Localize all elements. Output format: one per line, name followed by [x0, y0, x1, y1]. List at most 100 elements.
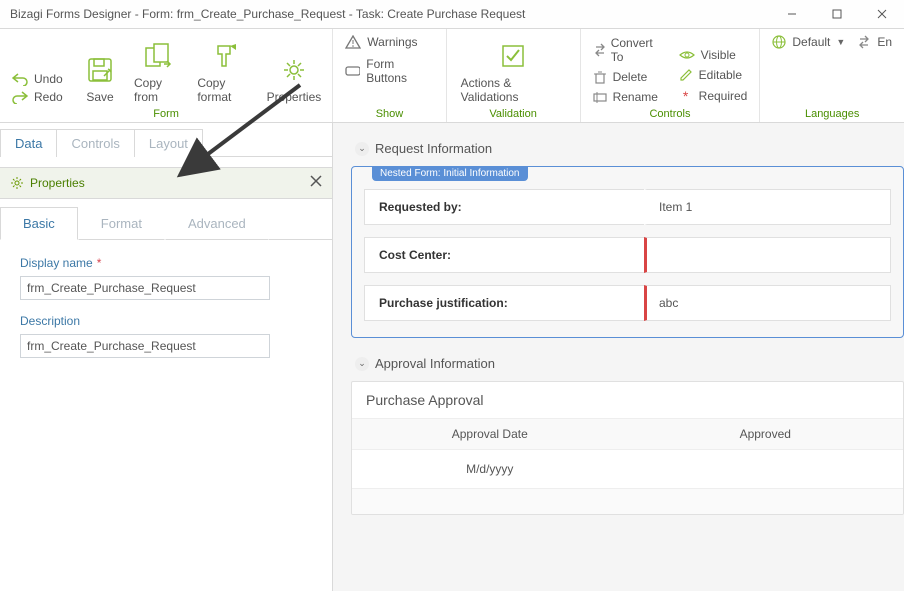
left-tabs: Data Controls Layout [0, 129, 332, 157]
delete-label: Delete [613, 70, 648, 84]
grid-title: Purchase Approval [352, 382, 903, 418]
editable-button[interactable]: Editable [677, 66, 750, 84]
undo-button[interactable]: Undo [10, 70, 70, 88]
properties-icon [278, 54, 310, 86]
description-input[interactable] [20, 334, 270, 358]
required-label: Required [699, 89, 748, 103]
save-icon [84, 54, 116, 86]
tab-advanced[interactable]: Advanced [165, 207, 269, 240]
row-requested-by: Requested by: Item 1 [364, 189, 891, 225]
title-bar: Bizagi Forms Designer - Form: frm_Create… [0, 0, 904, 29]
form-buttons-button[interactable]: Form Buttons [343, 55, 435, 87]
warnings-label: Warnings [367, 35, 417, 49]
grid-footer [352, 488, 903, 514]
save-button[interactable]: Save [76, 52, 124, 106]
label-cost-center: Cost Center: [364, 237, 644, 273]
copy-format-button[interactable]: Copy format [193, 38, 259, 106]
tab-basic[interactable]: Basic [0, 207, 78, 240]
col-approval-date: Approval Date [352, 419, 628, 449]
cell-approved[interactable] [628, 450, 904, 488]
section-request-information: ⌄ Request Information Nested Form: Initi… [351, 141, 904, 338]
rename-label: Rename [613, 90, 658, 104]
dropdown-icon: ▼ [836, 37, 845, 47]
copy-format-label: Copy format [197, 76, 255, 104]
form-buttons-label: Form Buttons [366, 57, 433, 85]
copy-from-label: Copy from [134, 76, 183, 104]
required-icon: * [679, 88, 693, 104]
visible-icon [679, 48, 695, 62]
input-requested-by[interactable]: Item 1 [644, 189, 891, 225]
gear-icon [10, 176, 24, 190]
actions-validations-icon [497, 40, 529, 72]
language-default-button[interactable]: Default ▼ [770, 33, 847, 51]
row-cost-center: Cost Center: [364, 237, 891, 273]
convert-to-button[interactable]: Convert To [591, 34, 663, 66]
visible-label: Visible [701, 48, 736, 62]
section-title-request: Request Information [375, 141, 492, 156]
properties-button[interactable]: Properties [266, 52, 323, 106]
redo-button[interactable]: Redo [10, 88, 70, 106]
group-show-label: Show [343, 106, 435, 120]
input-purchase-justification[interactable]: abc [644, 285, 891, 321]
copy-format-icon [210, 40, 242, 72]
actions-validations-label: Actions & Validations [461, 76, 566, 104]
delete-icon [593, 70, 607, 84]
convert-to-icon [593, 43, 605, 57]
section-approval-information: ⌄ Approval Information Purchase Approval… [351, 356, 904, 515]
left-panel: Data Controls Layout Properties Basic Fo… [0, 123, 333, 591]
language-switch-button[interactable]: En [855, 33, 894, 51]
tab-format[interactable]: Format [78, 207, 165, 240]
required-button[interactable]: * Required [677, 86, 750, 106]
delete-button[interactable]: Delete [591, 68, 663, 86]
display-name-input[interactable] [20, 276, 270, 300]
group-form-label: Form [10, 106, 322, 120]
tab-controls[interactable]: Controls [56, 129, 134, 157]
rename-icon [593, 90, 607, 104]
properties-close-button[interactable] [310, 174, 322, 192]
minimize-button[interactable] [769, 0, 814, 29]
tab-layout[interactable]: Layout [134, 129, 203, 157]
label-requested-by: Requested by: [364, 189, 644, 225]
warnings-icon [345, 35, 361, 49]
maximize-button[interactable] [814, 0, 859, 29]
convert-to-label: Convert To [611, 36, 661, 64]
globe-icon [772, 35, 786, 49]
section-header-approval[interactable]: ⌄ Approval Information [351, 356, 904, 371]
window-title: Bizagi Forms Designer - Form: frm_Create… [10, 7, 525, 21]
close-button[interactable] [859, 0, 904, 29]
description-label: Description [20, 314, 312, 328]
form-canvas: ⌄ Request Information Nested Form: Initi… [333, 123, 904, 591]
editable-label: Editable [699, 68, 742, 82]
nested-form-tag: Nested Form: Initial Information [372, 166, 528, 181]
group-controls-label: Controls [591, 106, 750, 120]
window-controls [769, 0, 904, 29]
group-validation-label: Validation [457, 106, 570, 120]
language-default-label: Default [792, 35, 830, 49]
actions-validations-button[interactable]: Actions & Validations [457, 38, 570, 106]
warnings-button[interactable]: Warnings [343, 33, 419, 51]
section-header-request[interactable]: ⌄ Request Information [351, 141, 904, 156]
cell-approval-date[interactable]: M/d/yyyy [352, 450, 628, 488]
copy-from-button[interactable]: Copy from [130, 38, 187, 106]
properties-title: Properties [30, 176, 85, 190]
copy-from-icon [143, 40, 175, 72]
ribbon: Undo Redo Save Copy from [0, 29, 904, 123]
grid-header: Approval Date Approved [352, 418, 903, 450]
grid-row: M/d/yyyy [352, 450, 903, 488]
rename-button[interactable]: Rename [591, 88, 663, 106]
redo-label: Redo [34, 90, 63, 104]
properties-header: Properties [0, 167, 332, 199]
properties-tabs: Basic Format Advanced [0, 207, 332, 240]
row-purchase-justification: Purchase justification: abc [364, 285, 891, 321]
display-name-label: Display name* [20, 256, 312, 270]
grid-purchase-approval: Purchase Approval Approval Date Approved… [351, 381, 904, 515]
input-cost-center[interactable] [644, 237, 891, 273]
group-languages-label: Languages [770, 106, 894, 120]
tab-data[interactable]: Data [0, 129, 57, 157]
section-title-approval: Approval Information [375, 356, 495, 371]
required-star-icon: * [97, 256, 102, 270]
visible-button[interactable]: Visible [677, 46, 750, 64]
properties-label: Properties [267, 90, 322, 104]
language-switch-icon [857, 35, 871, 49]
properties-body: Display name* Description [0, 240, 332, 388]
